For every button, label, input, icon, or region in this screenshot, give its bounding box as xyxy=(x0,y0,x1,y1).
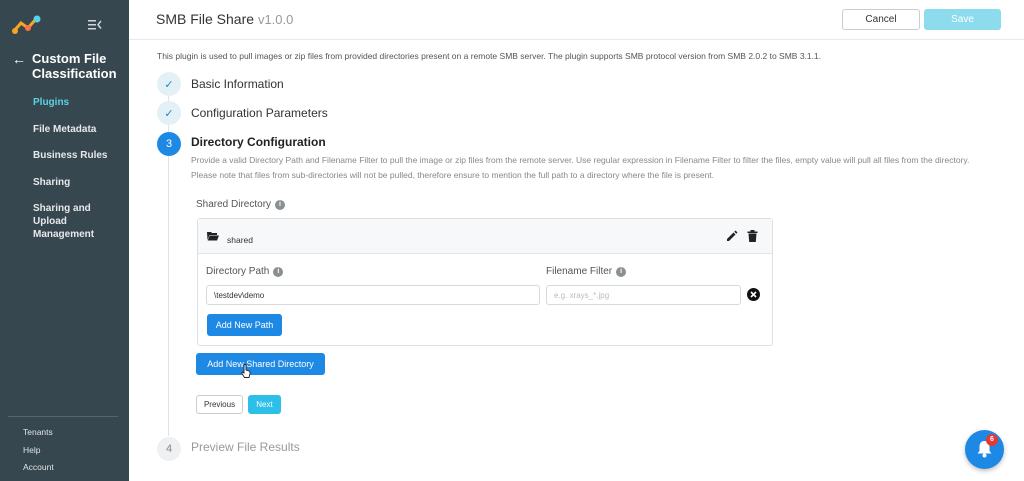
sidebar-divider xyxy=(8,416,118,417)
add-new-path-button[interactable]: Add New Path xyxy=(207,314,282,336)
app-title: Custom File Classification xyxy=(32,51,117,81)
remove-path-icon[interactable] xyxy=(747,288,760,301)
info-icon[interactable]: i xyxy=(275,199,286,210)
footer-item-account[interactable]: Account xyxy=(23,462,54,472)
back-arrow-icon[interactable]: ← xyxy=(12,51,32,81)
add-shared-directory-button[interactable]: Add New Shared Directory xyxy=(196,353,325,375)
page-title: SMB File Share v1.0.0 xyxy=(156,11,293,27)
shared-directory-label-text: Shared Directory xyxy=(196,199,272,210)
filename-filter-label-text: Filename Filter xyxy=(546,266,613,277)
step-1-check-icon: ✓ xyxy=(157,72,181,96)
back-navigation[interactable]: ← Custom File Classification xyxy=(12,51,122,81)
mouse-cursor-icon xyxy=(241,364,251,378)
shared-directory-label: Shared Directory i xyxy=(196,199,286,210)
step-3-title: Directory Configuration xyxy=(191,135,326,149)
shared-directory-card-header: shared xyxy=(198,219,772,254)
plugin-description: This plugin is used to pull images or zi… xyxy=(157,51,822,61)
footer-item-tenants[interactable]: Tenants xyxy=(23,427,53,437)
notification-count-badge: 6 xyxy=(986,434,998,446)
step-4-title: Preview File Results xyxy=(191,440,300,454)
shared-directory-name: shared xyxy=(227,235,253,245)
info-icon[interactable]: i xyxy=(273,266,284,277)
page-header: SMB File Share v1.0.0 Cancel Save xyxy=(129,0,1024,40)
notifications-button[interactable]: 6 xyxy=(965,430,1004,469)
logo-icon[interactable] xyxy=(12,14,42,36)
delete-icon[interactable] xyxy=(747,230,758,242)
sidebar-item-business-rules[interactable]: Business Rules xyxy=(33,149,107,162)
info-icon[interactable]: i xyxy=(616,266,627,277)
directory-path-input[interactable] xyxy=(206,285,540,305)
shared-directory-card: shared xyxy=(197,218,773,346)
sidebar-item-sharing-upload-management[interactable]: Sharing and Upload Management xyxy=(33,202,123,241)
page-version: v1.0.0 xyxy=(257,12,294,27)
directory-path-label-text: Directory Path xyxy=(206,266,270,277)
directory-path-label: Directory Path i xyxy=(206,266,284,277)
sidebar-item-sharing[interactable]: Sharing xyxy=(33,176,70,189)
collapse-sidebar-icon[interactable] xyxy=(88,18,102,32)
filename-filter-label: Filename Filter i xyxy=(546,266,627,277)
sidebar-item-plugins[interactable]: Plugins xyxy=(33,96,69,109)
step-3-number: 3 xyxy=(157,132,181,156)
footer-item-help[interactable]: Help xyxy=(23,445,40,455)
folder-open-icon xyxy=(207,232,219,241)
save-button[interactable]: Save xyxy=(924,9,1001,30)
page-title-text: SMB File Share xyxy=(156,11,255,27)
edit-icon[interactable] xyxy=(726,230,738,242)
step-2-title[interactable]: Configuration Parameters xyxy=(191,106,328,120)
step-1-title[interactable]: Basic Information xyxy=(191,77,284,91)
sidebar: ← Custom File Classification Plugins Fil… xyxy=(0,0,129,481)
step-4-number: 4 xyxy=(157,437,181,461)
cancel-button[interactable]: Cancel xyxy=(842,9,920,30)
step-2-check-icon: ✓ xyxy=(157,101,181,125)
step-3-description: Provide a valid Directory Path and Filen… xyxy=(191,155,970,180)
filename-filter-input[interactable] xyxy=(546,285,741,305)
sidebar-item-file-metadata[interactable]: File Metadata xyxy=(33,123,96,136)
next-button[interactable]: Next xyxy=(248,395,281,414)
previous-button[interactable]: Previous xyxy=(196,395,243,414)
